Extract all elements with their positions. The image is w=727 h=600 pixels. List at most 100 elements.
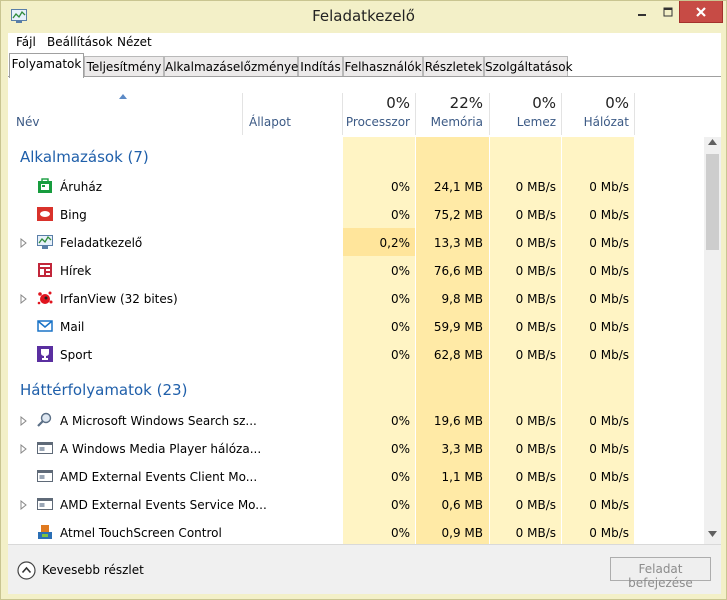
network-value: 0 Mb/s [589, 180, 629, 194]
disk-value: 0 MB/s [515, 264, 556, 278]
task-manager-icon [37, 235, 53, 249]
disk-value: 0 MB/s [515, 236, 556, 250]
column-header-cpu-pct: 0% [386, 94, 410, 112]
service-window-icon [37, 442, 53, 454]
collapse-up-icon[interactable] [17, 561, 36, 580]
network-value: 0 Mb/s [589, 470, 629, 484]
disk-value: 0 MB/s [515, 320, 556, 334]
news-icon [38, 263, 52, 277]
group-header-apps[interactable]: Alkalmazások (7) [20, 148, 149, 166]
tab-details[interactable]: Részletek [423, 56, 484, 77]
scroll-down-icon[interactable] [708, 531, 717, 537]
expand-arrow-icon[interactable] [20, 416, 28, 426]
cpu-value: 0% [390, 264, 410, 278]
column-header-memory[interactable]: Memória [417, 115, 483, 129]
tab-services[interactable]: Szolgáltatások [484, 56, 573, 77]
memory-value: 0,9 MB [441, 526, 483, 540]
group-header-background[interactable]: Háttérfolyamatok (23) [20, 381, 187, 399]
tab-app-history[interactable]: Alkalmazáselőzmények [164, 56, 305, 77]
expand-arrow-icon[interactable] [20, 238, 28, 248]
network-value: 0 Mb/s [589, 264, 629, 278]
memory-value: 9,8 MB [441, 292, 483, 306]
expand-arrow-icon[interactable] [20, 500, 28, 510]
memory-value: 0,6 MB [441, 498, 483, 512]
process-name: Hírek [60, 264, 92, 278]
process-name: A Windows Media Player hálóza... [60, 442, 262, 456]
disk-value: 0 MB/s [515, 442, 556, 456]
maximize-icon [663, 7, 673, 17]
expand-arrow-icon[interactable] [20, 294, 28, 304]
process-name: A Microsoft Windows Search sz... [60, 414, 257, 428]
scroll-up-icon[interactable] [708, 139, 717, 145]
minimize-button[interactable] [629, 1, 655, 23]
network-value: 0 Mb/s [589, 498, 629, 512]
menu-file[interactable]: Fájl [16, 35, 36, 49]
disk-value: 0 MB/s [515, 526, 556, 540]
memory-value: 19,6 MB [433, 414, 483, 428]
column-header-disk[interactable]: Lemez [490, 115, 556, 129]
menu-view[interactable]: Nézet [117, 35, 152, 49]
scrollbar-thumb[interactable] [706, 154, 719, 250]
network-value: 0 Mb/s [589, 526, 629, 540]
column-header-network-pct: 0% [605, 94, 629, 112]
title-bar[interactable]: Feladatkezelő [1, 1, 726, 33]
sort-ascending-icon [119, 94, 127, 99]
column-separator [415, 93, 416, 135]
process-name: Feladatkezelő [60, 236, 143, 250]
disk-value: 0 MB/s [515, 180, 556, 194]
process-list: Név Állapot 0% Processzor 22% Memória 0%… [8, 76, 721, 544]
close-icon [696, 6, 706, 17]
mail-icon [37, 320, 53, 332]
vertical-scrollbar[interactable] [704, 137, 721, 544]
process-name: Bing [60, 208, 87, 222]
disk-value: 0 MB/s [515, 292, 556, 306]
column-separator [242, 93, 243, 135]
tab-startup[interactable]: Indítás [298, 56, 343, 77]
tab-processes[interactable]: Folyamatok [9, 53, 84, 78]
store-icon [38, 178, 52, 193]
cpu-value: 0% [390, 208, 410, 222]
column-separator [634, 93, 635, 135]
memory-value: 3,3 MB [441, 442, 483, 456]
column-separator [342, 93, 343, 135]
search-service-icon [37, 412, 52, 427]
bing-icon [37, 207, 53, 221]
footer-bar: Kevesebb részlet Feladat befejezése [8, 544, 721, 594]
memory-value: 24,1 MB [433, 180, 483, 194]
process-name: Sport [60, 348, 93, 362]
cpu-value: 0% [390, 526, 410, 540]
process-name: Atmel TouchScreen Control [60, 526, 222, 540]
column-header-memory-pct: 22% [449, 94, 483, 112]
memory-value: 76,6 MB [433, 264, 483, 278]
cpu-value: 0% [390, 470, 410, 484]
memory-value: 59,9 MB [433, 320, 483, 334]
fewer-details-link[interactable]: Kevesebb részlet [42, 563, 144, 577]
column-header-cpu[interactable]: Processzor [344, 115, 410, 129]
memory-value: 1,1 MB [441, 470, 483, 484]
memory-value: 75,2 MB [433, 208, 483, 222]
menu-settings[interactable]: Beállítások [47, 35, 113, 49]
network-value: 0 Mb/s [589, 320, 629, 334]
cpu-value: 0,2% [379, 236, 411, 250]
minimize-icon [638, 14, 646, 16]
column-header-network[interactable]: Hálózat [562, 115, 629, 129]
expand-arrow-icon[interactable] [20, 444, 28, 454]
network-value: 0 Mb/s [589, 292, 629, 306]
cpu-value: 0% [390, 348, 410, 362]
tab-performance[interactable]: Teljesítmény [84, 56, 164, 77]
network-value: 0 Mb/s [589, 236, 629, 250]
maximize-button[interactable] [655, 1, 681, 23]
memory-value: 13,3 MB [433, 236, 483, 250]
column-header-name[interactable]: Név [16, 115, 39, 129]
close-button[interactable] [679, 1, 723, 23]
column-header-status[interactable]: Állapot [249, 115, 291, 129]
cpu-value: 0% [390, 442, 410, 456]
memory-value: 62,8 MB [433, 348, 483, 362]
menu-bar: Fájl Beállítások Nézet [8, 33, 721, 53]
cpu-value: 0% [390, 414, 410, 428]
network-value: 0 Mb/s [589, 348, 629, 362]
end-task-button[interactable]: Feladat befejezése [610, 557, 711, 590]
disk-value: 0 MB/s [515, 348, 556, 362]
tab-users[interactable]: Felhasználók [343, 56, 423, 77]
service-window-icon [37, 470, 53, 482]
